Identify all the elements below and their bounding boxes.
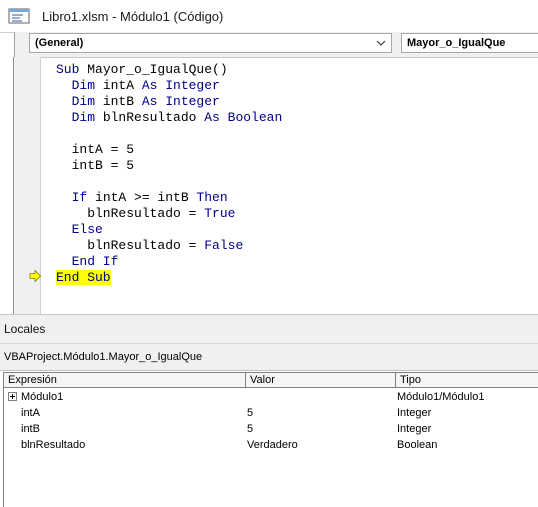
code-line[interactable]: Else: [56, 222, 103, 238]
code-keyword: False: [204, 238, 244, 253]
locals-grid[interactable]: Expresión Valor Tipo Módulo1 Módulo1/Módu…: [3, 372, 538, 507]
code-text: blnResultado: [102, 110, 205, 125]
code-keyword: True: [204, 206, 236, 221]
locals-context-text: VBAProject.Módulo1.Mayor_o_IgualQue: [4, 351, 203, 363]
code-keyword: As Boolean: [204, 110, 283, 125]
code-text: intB = 5: [56, 158, 135, 173]
code-line[interactable]: blnResultado = False: [56, 238, 243, 254]
code-keyword: Dim: [56, 94, 103, 109]
cell-type[interactable]: Integer: [397, 421, 431, 437]
code-line[interactable]: intA = 5: [56, 142, 134, 158]
code-line[interactable]: Dim intA As Integer: [56, 78, 220, 94]
column-header-type[interactable]: Tipo: [396, 373, 538, 388]
code-text: Mayor_o_IgualQue(): [87, 62, 228, 77]
code-keyword: As Integer: [141, 94, 220, 109]
code-line[interactable]: End If: [56, 254, 119, 270]
procedure-combo[interactable]: Mayor_o_IgualQue: [401, 33, 538, 53]
code-text: intA >= intB: [95, 190, 197, 205]
cell-value[interactable]: Verdadero: [247, 437, 298, 453]
column-header-expression[interactable]: Expresión: [4, 373, 246, 388]
code-editor[interactable]: Sub Mayor_o_IgualQue() Dim intA As Integ…: [40, 57, 538, 315]
chevron-down-icon[interactable]: [375, 36, 387, 50]
code-window: (General) Mayor_o_IgualQue Sub Mayor_o_I…: [14, 32, 538, 315]
code-line[interactable]: End Sub: [56, 270, 111, 286]
code-line[interactable]: blnResultado = True: [56, 206, 235, 222]
cell-value[interactable]: 5: [247, 421, 253, 437]
execution-arrow-icon: [29, 270, 41, 282]
code-keyword: Dim: [56, 78, 103, 93]
code-text: intA: [102, 78, 142, 93]
cell-expression[interactable]: Módulo1: [21, 389, 63, 405]
code-line[interactable]: If intA >= intB Then: [56, 190, 228, 206]
code-text: intB: [102, 94, 142, 109]
code-text: blnResultado =: [56, 238, 205, 253]
code-keyword: As Integer: [141, 78, 220, 93]
locals-title-bar: Locales: [0, 314, 538, 344]
cell-expression[interactable]: blnResultado: [21, 437, 85, 453]
cell-type[interactable]: Módulo1/Módulo1: [397, 389, 484, 405]
code-keyword: End If: [56, 254, 119, 269]
expand-icon[interactable]: [8, 392, 17, 401]
code-line[interactable]: intB = 5: [56, 158, 134, 174]
left-gutter: [1, 57, 14, 314]
code-keyword: Dim: [56, 110, 103, 125]
code-keyword: Sub: [56, 62, 88, 77]
code-keyword: Then: [196, 190, 228, 205]
vba-module-icon: [8, 8, 30, 24]
code-text: intA = 5: [56, 142, 135, 157]
code-line[interactable]: Dim blnResultado As Boolean: [56, 110, 283, 126]
cell-type[interactable]: Boolean: [397, 437, 437, 453]
code-line[interactable]: Sub Mayor_o_IgualQue(): [56, 62, 228, 78]
cell-type[interactable]: Integer: [397, 405, 431, 421]
code-text: blnResultado =: [56, 206, 205, 221]
object-combo[interactable]: (General): [29, 33, 392, 53]
code-keyword: End Sub: [56, 270, 111, 285]
code-keyword: If: [56, 190, 96, 205]
object-combo-value: (General): [35, 37, 84, 49]
column-header-value[interactable]: Valor: [246, 373, 396, 388]
cell-expression[interactable]: intA: [21, 405, 40, 421]
procedure-combo-value: Mayor_o_IgualQue: [407, 37, 506, 49]
cell-value[interactable]: 5: [247, 405, 253, 421]
code-line[interactable]: Dim intB As Integer: [56, 94, 220, 110]
code-keyword: Else: [56, 222, 103, 237]
window-title: Libro1.xlsm - Módulo1 (Código): [42, 9, 224, 24]
locals-title: Locales: [4, 322, 46, 336]
locals-context[interactable]: VBAProject.Módulo1.Mayor_o_IgualQue: [0, 344, 538, 371]
cell-expression[interactable]: intB: [21, 421, 40, 437]
title-bar: Libro1.xlsm - Módulo1 (Código): [0, 0, 538, 33]
